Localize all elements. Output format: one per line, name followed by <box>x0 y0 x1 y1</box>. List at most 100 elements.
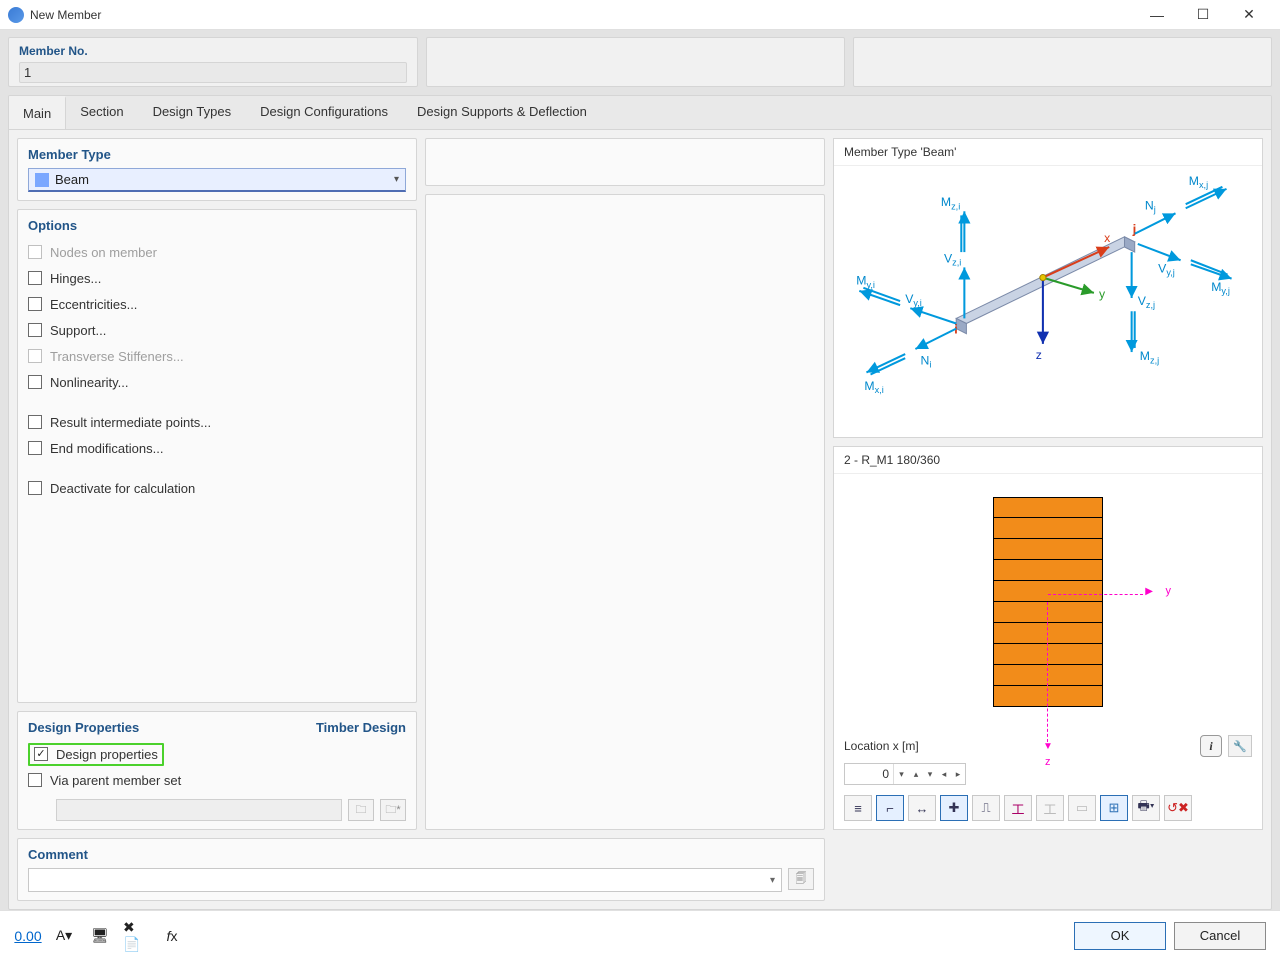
info-button[interactable]: i <box>1200 735 1222 757</box>
header-blank-1 <box>426 37 845 87</box>
preview-title: Member Type 'Beam' <box>834 139 1262 166</box>
tabs-container: Main Section Design Types Design Configu… <box>8 95 1272 910</box>
member-no-value[interactable]: 1 <box>19 62 407 83</box>
right-column: Member Type 'Beam' <box>833 138 1263 830</box>
tool-ibeam1[interactable]: 工 <box>1004 795 1032 821</box>
filter-button[interactable]: 🔧 <box>1228 735 1252 757</box>
opt-hinges[interactable]: Hinges... <box>28 265 406 291</box>
tool-print[interactable]: 🖶▾ <box>1132 795 1160 821</box>
window-controls: — ☐ ✕ <box>1134 0 1272 30</box>
options-panel: Options Nodes on member Hinges... Eccent… <box>17 209 417 703</box>
svg-text:y: y <box>1099 287 1106 301</box>
dialog-footer: 0.00 A▾ 🖥 ✖📄 fx OK Cancel <box>0 910 1280 960</box>
member-type-swatch <box>35 173 49 187</box>
location-label: Location x [m] <box>844 739 919 753</box>
chevron-down-icon: ▾ <box>770 875 775 886</box>
tab-design-config[interactable]: Design Configurations <box>246 96 403 129</box>
middle-column <box>425 138 825 830</box>
left-column: Member Type Beam ▾ Options Nodes on memb… <box>17 138 417 830</box>
tool-dimensions[interactable]: ↔ <box>908 795 936 821</box>
dialog-body: Member No. 1 Main Section Design Types D… <box>0 30 1280 910</box>
chevron-down-icon: ▾ <box>394 174 399 185</box>
comment-input-row: ▾ 🗐 <box>28 868 814 892</box>
spin-down-icon[interactable]: ▾ <box>923 764 937 784</box>
text-style-button[interactable]: A▾ <box>50 922 78 950</box>
parent-member-row: 🗀 🗀* <box>28 799 406 821</box>
preview-toolbar: ≡ ⌐ ↔ ✚ ⎍ 工 工 ▭ ⊞ 🖶▾ ↺✖ <box>834 791 1262 829</box>
options-title: Options <box>28 218 406 233</box>
opt-support[interactable]: Support... <box>28 317 406 343</box>
member-no-label: Member No. <box>19 44 407 58</box>
comment-title: Comment <box>28 847 814 862</box>
opt-eccentricities[interactable]: Eccentricities... <box>28 291 406 317</box>
tool-principal[interactable]: ✚ <box>940 795 968 821</box>
new-set-button[interactable]: 🗀 <box>348 799 374 821</box>
tool-stress[interactable]: ▭ <box>1068 795 1096 821</box>
step-prev-icon[interactable]: ◂ <box>937 764 951 784</box>
opt-via-parent-member[interactable]: Via parent member set <box>28 767 406 793</box>
tool-grid[interactable]: ⊞ <box>1100 795 1128 821</box>
svg-text:Ni: Ni <box>921 353 932 369</box>
opt-end-modifications[interactable]: End modifications... <box>28 435 406 461</box>
close-button[interactable]: ✕ <box>1226 0 1272 30</box>
chevron-down-icon[interactable]: ▾ <box>893 764 909 784</box>
svg-text:My,i: My,i <box>856 274 875 290</box>
section-preview: 2 - R_M1 180/360 y z Location x [m] i 🔧 <box>833 446 1263 830</box>
svg-text:Vy,j: Vy,j <box>1158 262 1175 278</box>
tool-ibeam2[interactable]: 工 <box>1036 795 1064 821</box>
checkbox-icon[interactable] <box>34 747 48 761</box>
script-button[interactable]: ✖📄 <box>122 922 150 950</box>
highlight-box: Design properties <box>28 743 164 766</box>
spin-up-icon[interactable]: ▴ <box>909 764 923 784</box>
tool-axes[interactable]: ⌐ <box>876 795 904 821</box>
opt-design-properties[interactable]: Design properties <box>28 741 406 767</box>
section-z-axis: z <box>1047 602 1048 742</box>
member-type-panel: Member Type Beam ▾ <box>17 138 417 201</box>
svg-text:Vy,i: Vy,i <box>905 292 922 308</box>
svg-text:z: z <box>1036 348 1042 362</box>
edit-set-button[interactable]: 🗀* <box>380 799 406 821</box>
parent-member-field[interactable] <box>56 799 342 821</box>
svg-text:x: x <box>1104 231 1110 245</box>
location-spinner[interactable]: 0 ▾ ▴ ▾ ◂ ▸ <box>844 763 966 785</box>
svg-text:j: j <box>1132 222 1137 237</box>
member-type-select[interactable]: Beam ▾ <box>28 168 406 192</box>
minimize-button[interactable]: — <box>1134 0 1180 30</box>
tabs-bar: Main Section Design Types Design Configu… <box>9 96 1271 130</box>
comment-field[interactable]: ▾ <box>28 868 782 892</box>
svg-text:Mx,j: Mx,j <box>1189 174 1208 190</box>
titlebar: New Member — ☐ ✕ <box>0 0 1280 30</box>
ok-button[interactable]: OK <box>1074 922 1166 950</box>
comment-library-button[interactable]: 🗐 <box>788 868 814 890</box>
tab-design-types[interactable]: Design Types <box>139 96 247 129</box>
cross-section-area: y z <box>834 474 1262 729</box>
design-properties-panel: Design Properties Timber Design Design p… <box>17 711 417 830</box>
header-row: Member No. 1 <box>8 37 1272 87</box>
tab-section[interactable]: Section <box>66 96 138 129</box>
display-button[interactable]: 🖥 <box>86 922 114 950</box>
tab-design-supports[interactable]: Design Supports & Deflection <box>403 96 602 129</box>
svg-text:My,j: My,j <box>1211 280 1230 296</box>
tool-reset[interactable]: ↺✖ <box>1164 795 1192 821</box>
tool-values[interactable]: ≡ <box>844 795 872 821</box>
header-blank-2 <box>853 37 1272 87</box>
opt-nonlinearity[interactable]: Nonlinearity... <box>28 369 406 395</box>
member-type-value: Beam <box>55 172 394 187</box>
comment-row: Comment ▾ 🗐 <box>9 838 1271 909</box>
units-button[interactable]: 0.00 <box>14 922 42 950</box>
opt-deactivate-calc[interactable]: Deactivate for calculation <box>28 475 406 501</box>
cancel-button[interactable]: Cancel <box>1174 922 1266 950</box>
fx-button[interactable]: fx <box>158 922 186 950</box>
tab-main[interactable]: Main <box>9 96 66 129</box>
svg-text:Vz,i: Vz,i <box>944 251 961 267</box>
opt-result-intermediate[interactable]: Result intermediate points... <box>28 409 406 435</box>
middle-blank-body <box>425 194 825 830</box>
tool-shear[interactable]: ⎍ <box>972 795 1000 821</box>
opt-nodes-on-member: Nodes on member <box>28 239 406 265</box>
step-next-icon[interactable]: ▸ <box>951 764 965 784</box>
maximize-button[interactable]: ☐ <box>1180 0 1226 30</box>
tab-body: Member Type Beam ▾ Options Nodes on memb… <box>9 130 1271 838</box>
cross-section <box>993 497 1103 707</box>
beam-diagram: x y z i j Vz,i <box>844 169 1252 427</box>
member-no-box: Member No. 1 <box>8 37 418 87</box>
